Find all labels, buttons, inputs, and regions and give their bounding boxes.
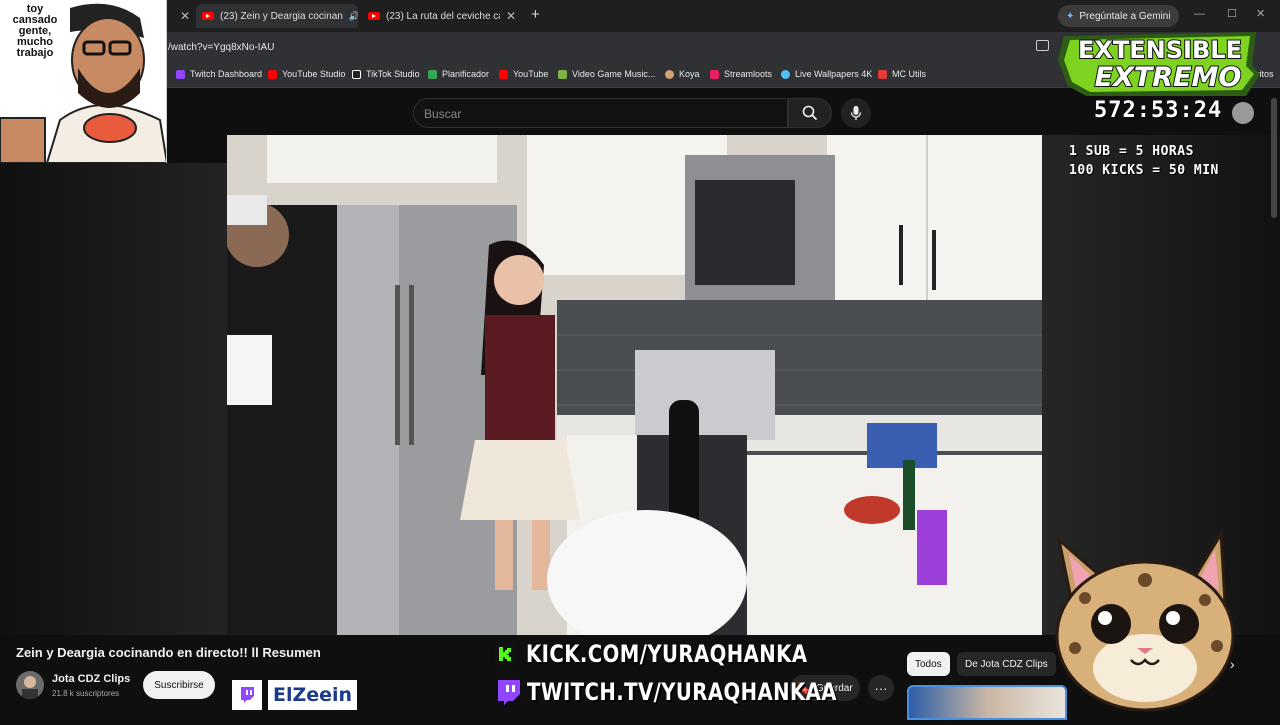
bookmark-label: Planificador bbox=[442, 69, 490, 79]
bookmark-label: Video Game Music... bbox=[572, 69, 656, 79]
url-field[interactable]: /watch?v=Ygq8xNo-IAU bbox=[168, 42, 274, 53]
speaker-icon: 🔊 bbox=[348, 10, 358, 21]
mc-utils-icon bbox=[878, 69, 887, 79]
bookmark-item[interactable]: Live Wallpapers 4K bbox=[781, 69, 872, 79]
bookmark-label: MC Utils bbox=[892, 69, 926, 79]
bookmark-item[interactable]: Video Game Music... bbox=[558, 69, 655, 79]
cat-mascot bbox=[1045, 528, 1245, 720]
logo-line2: EXTREMO bbox=[1095, 62, 1242, 93]
youtube-studio-icon bbox=[268, 69, 277, 79]
tab-label: (23) La ruta del ceviche carretil bbox=[386, 10, 500, 22]
tab-inactive[interactable]: (23) La ruta del ceviche carretil ✕ bbox=[362, 4, 522, 28]
kick-logo-icon bbox=[495, 643, 517, 665]
bookmark-label: Live Wallpapers 4K bbox=[795, 69, 873, 79]
channel-name[interactable]: Jota CDZ Clips bbox=[52, 673, 130, 685]
bookmark-item[interactable]: YouTube bbox=[499, 69, 548, 79]
new-tab-button[interactable]: + bbox=[531, 6, 540, 23]
maximize-button[interactable]: ☐ bbox=[1227, 7, 1237, 20]
ambient-glow bbox=[0, 163, 227, 635]
koya-icon bbox=[665, 69, 674, 79]
bookmark-item[interactable]: Streamloots bbox=[710, 69, 772, 79]
video-title: Zein y Deargia cocinando en directo!! ll… bbox=[16, 645, 321, 660]
twitch-icon bbox=[176, 69, 185, 79]
subscriber-count: 21.8 k suscriptores bbox=[52, 689, 120, 698]
logo-line1: EXTENSIBLE bbox=[1078, 36, 1242, 64]
bookmark-item[interactable]: YouTube Studio bbox=[268, 69, 345, 79]
video-player[interactable] bbox=[227, 135, 1042, 635]
search-icon bbox=[802, 105, 818, 121]
youtube-icon bbox=[499, 69, 508, 79]
tab-bar: ✕ (23) Zein y Deargia cocinan 🔊 ✕ (23) L… bbox=[0, 0, 1280, 32]
close-icon[interactable]: ✕ bbox=[180, 9, 190, 23]
bookmark-item[interactable]: MC Utils bbox=[878, 69, 926, 79]
twitch-url: TWITCH.TV/YURAQHANKAA bbox=[527, 678, 837, 706]
minimize-button[interactable]: — bbox=[1194, 8, 1205, 20]
bookmark-label: YouTube Studio bbox=[282, 69, 346, 79]
extensible-extremo-logo: EXTENSIBLE EXTREMO bbox=[1056, 30, 1262, 98]
wallpaper-icon bbox=[781, 69, 790, 79]
kick-url: KICK.COM/YURAQHANKA bbox=[526, 640, 808, 668]
tiktok-icon bbox=[352, 69, 361, 79]
gemini-label: Pregúntale a Gemini bbox=[1079, 10, 1171, 22]
subathon-timer: 572:53:24 bbox=[1094, 98, 1223, 123]
webcam-caption: toy cansado gente, mucho trabajo bbox=[12, 3, 58, 59]
gemini-icon: ✦ bbox=[1066, 10, 1075, 22]
twitch-promo: TWITCH.TV/YURAQHANKAA bbox=[495, 678, 905, 706]
microphone-icon bbox=[850, 106, 862, 120]
chip-channel[interactable]: De Jota CDZ Clips bbox=[957, 652, 1056, 676]
streamer-watermark: ElZeein bbox=[232, 680, 358, 710]
tab-label: (23) Zein y Deargia cocinan bbox=[220, 10, 343, 22]
bookmark-label: Streamloots bbox=[724, 69, 773, 79]
bookmark-label: Twitch Dashboard bbox=[190, 69, 263, 79]
sub-rule: 1 SUB = 5 HORAS bbox=[1069, 144, 1194, 159]
gemini-button[interactable]: ✦ Pregúntale a Gemini bbox=[1058, 5, 1179, 27]
twitch-logo-icon bbox=[232, 680, 262, 710]
planner-icon bbox=[428, 69, 437, 79]
video-frame bbox=[227, 135, 1042, 635]
user-avatar[interactable] bbox=[1232, 102, 1254, 124]
chip-todos[interactable]: Todos bbox=[907, 652, 950, 676]
tab-active[interactable]: (23) Zein y Deargia cocinan 🔊 ✕ bbox=[196, 4, 358, 28]
page-scrollbar[interactable] bbox=[1271, 98, 1277, 218]
twitch-promo-icon bbox=[495, 679, 521, 705]
tab-close-prev[interactable]: ✕ bbox=[168, 4, 190, 28]
streamer-name-badge: ElZeein bbox=[268, 680, 358, 710]
bookmark-label: YouTube bbox=[513, 69, 549, 79]
bookmark-label: TikTok Studio bbox=[366, 69, 420, 79]
related-video-thumbnail[interactable] bbox=[907, 685, 1067, 720]
channel-avatar[interactable] bbox=[16, 671, 44, 699]
voice-search-button[interactable] bbox=[841, 98, 871, 128]
subscribe-button[interactable]: Suscribirse bbox=[143, 671, 215, 699]
streamloots-icon bbox=[710, 69, 719, 79]
close-window-button[interactable]: ✕ bbox=[1256, 7, 1265, 20]
search-button[interactable] bbox=[788, 98, 832, 128]
bookmark-item[interactable]: Koya bbox=[665, 69, 700, 79]
kick-rule: 100 KICKS = 50 MIN bbox=[1069, 163, 1219, 178]
bookmark-item[interactable]: Twitch Dashboard bbox=[176, 69, 262, 79]
webcam-cartoon: toy cansado gente, mucho trabajo bbox=[0, 0, 167, 163]
close-icon[interactable]: ✕ bbox=[506, 9, 516, 23]
bookmark-label: Koya bbox=[679, 69, 700, 79]
bookmark-item[interactable]: Planificador bbox=[428, 69, 489, 79]
bookmark-item[interactable]: TikTok Studio bbox=[352, 69, 420, 79]
kick-promo: KICK.COM/YURAQHANKA bbox=[495, 640, 869, 668]
cast-icon[interactable] bbox=[1036, 40, 1049, 51]
youtube-favicon-icon bbox=[368, 12, 380, 20]
search-input[interactable]: Buscar bbox=[413, 98, 788, 128]
music-icon bbox=[558, 69, 567, 79]
youtube-favicon-icon bbox=[202, 12, 214, 20]
